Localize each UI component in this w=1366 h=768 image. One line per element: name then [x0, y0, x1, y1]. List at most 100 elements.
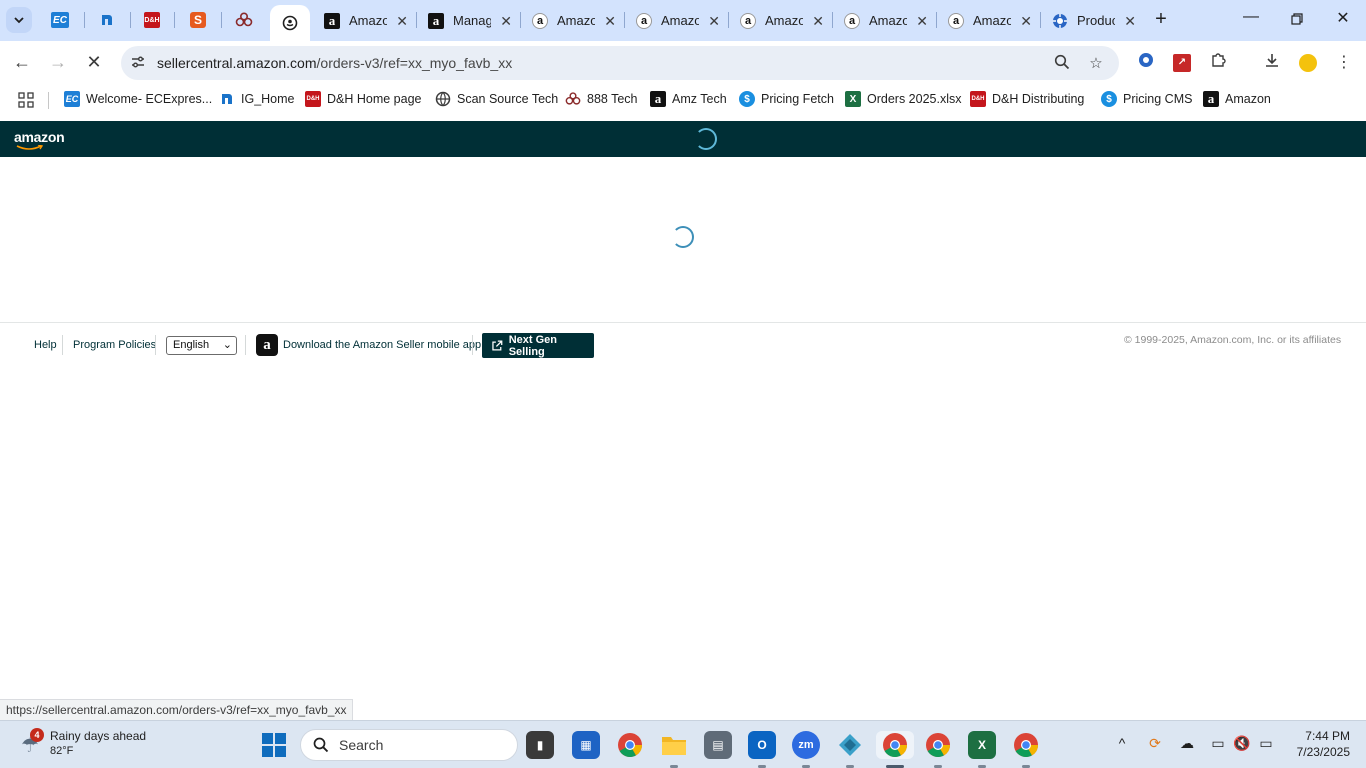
windows-logo-icon	[275, 746, 286, 757]
site-info-button[interactable]	[129, 54, 147, 72]
close-icon[interactable]: ✕	[500, 13, 512, 30]
bookmark-star-button[interactable]: ☆	[1087, 54, 1105, 72]
extension-button-2[interactable]: ↗	[1171, 52, 1193, 74]
clock-date: 7/23/2025	[1296, 745, 1350, 759]
close-icon[interactable]: ✕	[1124, 13, 1136, 30]
tab-amazon-1[interactable]: a Amazon ✕	[316, 5, 416, 36]
start-button[interactable]	[262, 733, 286, 757]
tab-separator	[1040, 12, 1041, 28]
pinned-tab-ec[interactable]: EC	[40, 6, 80, 34]
weather-temperature[interactable]: 82°F	[50, 745, 73, 757]
forward-button[interactable]: →	[46, 51, 70, 75]
weather-badge: 4	[30, 728, 44, 742]
help-link[interactable]: Help	[34, 339, 57, 351]
chrome-profile-app-3[interactable]	[1012, 731, 1040, 759]
tab-search-button[interactable]	[6, 7, 32, 33]
tab-amazon-4[interactable]: a Amazon ✕	[732, 5, 832, 36]
minimize-button[interactable]: —	[1236, 8, 1266, 32]
content-loading-spinner	[672, 226, 694, 248]
excel-app[interactable]: X	[968, 731, 996, 759]
amazon-logo[interactable]: amazon	[14, 129, 65, 145]
new-tab-button[interactable]: +	[1150, 9, 1172, 31]
extensions-menu-button[interactable]	[1207, 52, 1229, 74]
restore-button[interactable]	[1282, 8, 1312, 32]
tab-separator	[520, 12, 521, 28]
profile-button[interactable]	[1297, 52, 1319, 74]
chrome-profile-app-2[interactable]	[924, 731, 952, 759]
taskbar-search[interactable]: Search	[300, 729, 518, 761]
tab-separator	[832, 12, 833, 28]
tab-manage[interactable]: a Manage ✕	[420, 5, 520, 36]
bookmark-amazon[interactable]: a Amazon	[1203, 91, 1271, 107]
back-button[interactable]: ←	[10, 51, 34, 75]
pinned-tab-scansource[interactable]: S	[178, 6, 218, 34]
bookmark-scansource[interactable]: Scan Source Tech	[435, 91, 558, 107]
tab-amazon-3[interactable]: a Amazon ✕	[628, 5, 728, 36]
show-hidden-icons-button[interactable]: ^	[1112, 735, 1132, 755]
pinned-tab-ig[interactable]	[87, 6, 127, 34]
star-icon: ☆	[1089, 55, 1103, 72]
url-text[interactable]: sellercentral.amazon.com/orders-v3/ref=x…	[157, 55, 512, 71]
tab-active-loading[interactable]	[270, 5, 310, 41]
bookmark-orders-xlsx[interactable]: X Orders 2025.xlsx	[845, 91, 961, 107]
tab-product[interactable]: Product ✕	[1044, 5, 1144, 36]
file-explorer-app[interactable]	[660, 731, 688, 759]
bookmark-dh-distributing[interactable]: D&H D&H Distributing	[970, 91, 1084, 107]
zoom-button[interactable]	[1053, 54, 1071, 72]
outlook-app[interactable]: O	[748, 731, 776, 759]
battery-icon[interactable]: ▭	[1256, 735, 1276, 755]
clock[interactable]: 7:44 PM 7/23/2025	[1286, 728, 1350, 760]
close-icon[interactable]: ✕	[812, 13, 824, 30]
app-blue-diamond[interactable]	[836, 731, 864, 759]
ec-icon: EC	[51, 12, 69, 28]
program-policies-link[interactable]: Program Policies	[73, 339, 156, 351]
sync-tray-icon[interactable]: ⟳	[1145, 735, 1165, 755]
browser-menu-button[interactable]: ⋮	[1333, 52, 1355, 74]
tab-amazon-6[interactable]: a Amazon ✕	[940, 5, 1040, 36]
scansource-icon: S	[190, 12, 206, 28]
pinned-tab-dh[interactable]: D&H	[132, 6, 172, 34]
microsoft-store-app[interactable]: ▦	[572, 731, 600, 759]
windows-taskbar: ☂ 4 Rainy days ahead 82°F Search ▮ ▦ ▤ O…	[0, 720, 1366, 768]
bookmark-pricing-cms[interactable]: $ Pricing CMS	[1101, 91, 1192, 107]
close-icon[interactable]: ✕	[916, 13, 928, 30]
apps-button[interactable]	[18, 92, 34, 108]
volume-muted-icon[interactable]: 🔇	[1232, 735, 1252, 755]
downloads-button[interactable]	[1261, 52, 1283, 74]
pinned-tab-888[interactable]	[224, 6, 264, 34]
chrome-app[interactable]	[616, 731, 644, 759]
close-window-button[interactable]: ✕	[1328, 8, 1358, 32]
tab-separator	[84, 12, 85, 28]
extension-button-1[interactable]	[1135, 52, 1157, 74]
network-icon[interactable]: ▭	[1208, 735, 1228, 755]
next-gen-selling-button[interactable]: Next Gen Selling	[482, 333, 594, 358]
chrome-profile-app-active[interactable]	[876, 731, 914, 759]
address-bar[interactable]: sellercentral.amazon.com/orders-v3/ref=x…	[121, 46, 1119, 80]
tab-amazon-2[interactable]: a Amazon ✕	[524, 5, 624, 36]
bookmark-pricing-fetch[interactable]: $ Pricing Fetch	[739, 91, 834, 107]
bookmark-ig-home[interactable]: IG_Home	[219, 91, 295, 107]
close-icon[interactable]: ✕	[396, 13, 408, 30]
stop-loading-button[interactable]: ✕	[82, 51, 106, 75]
chrome-icon	[618, 733, 642, 758]
amazon-app-icon[interactable]: a	[256, 334, 278, 356]
bookmark-amz-tech[interactable]: a Amz Tech	[650, 91, 727, 107]
zoom-app[interactable]: zm	[792, 731, 820, 759]
tab-title: Amazon	[661, 13, 699, 28]
bookmark-ecexpress[interactable]: EC Welcome- ECExpres...	[64, 91, 212, 107]
tab-amazon-5[interactable]: a Amazon ✕	[836, 5, 936, 36]
cloud-offline-icon[interactable]: ☁	[1177, 735, 1197, 755]
language-select[interactable]: English ⌄	[166, 336, 237, 355]
close-icon[interactable]: ✕	[604, 13, 616, 30]
close-icon[interactable]: ✕	[1020, 13, 1032, 30]
bookmark-dh-home[interactable]: D&H D&H Home page	[305, 91, 422, 107]
tab-strip: EC D&H S a Amazon ✕ a Manage ✕	[0, 0, 1366, 41]
download-app-link[interactable]: Download the Amazon Seller mobile app	[283, 339, 481, 351]
bookmark-888-tech[interactable]: 888 Tech	[565, 91, 638, 107]
weather-title[interactable]: Rainy days ahead	[50, 729, 146, 743]
calculator-app[interactable]: ▤	[704, 731, 732, 759]
tab-title: Amazon	[349, 13, 387, 28]
task-view-app[interactable]: ▮	[526, 731, 554, 759]
puzzle-icon	[1212, 53, 1226, 67]
close-icon[interactable]: ✕	[708, 13, 720, 30]
